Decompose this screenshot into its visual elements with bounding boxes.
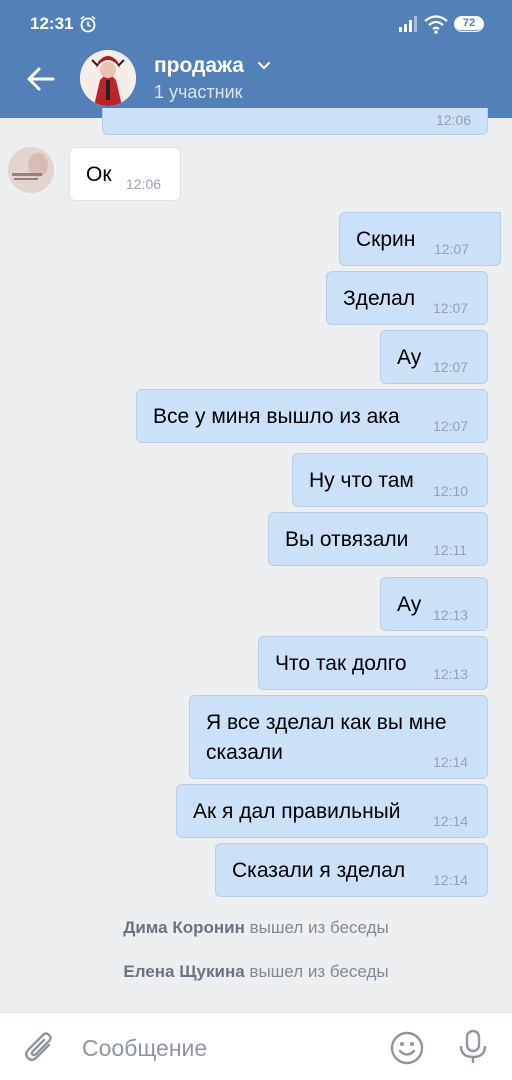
battery-level: 72	[455, 17, 483, 30]
message-bubble-outgoing[interactable]: Ну что там 12:10	[292, 453, 488, 507]
message-bubble-outgoing[interactable]: Ак я дал правильный 12:14	[176, 784, 488, 838]
chat-header: 12:31 72 продажа 1 участник	[0, 0, 512, 118]
message-time: 12:14	[433, 813, 469, 829]
sender-avatar[interactable]	[8, 147, 54, 193]
wifi-icon	[424, 15, 448, 34]
message-text: Ну что там	[309, 469, 414, 492]
message-text: Все у миня вышло из ака	[153, 405, 400, 428]
paperclip-icon[interactable]	[24, 1031, 56, 1065]
message-bubble-outgoing[interactable]: Скрин 12:07	[339, 212, 501, 266]
message-time: 12:13	[433, 666, 469, 682]
message-bubble-outgoing[interactable]: Что так долго 12:13	[258, 636, 488, 690]
message-time: 12:14	[433, 872, 469, 888]
message-bubble-outgoing[interactable]: Ау 12:13	[380, 577, 488, 631]
system-notice-action: вышел из беседы	[249, 962, 389, 981]
message-time: 12:06	[126, 176, 162, 192]
message-time: 12:10	[433, 483, 469, 499]
message-text: Ок	[86, 163, 112, 186]
signal-icon	[399, 16, 417, 32]
status-time: 12:31	[30, 14, 74, 33]
message-time: 12:06	[435, 112, 471, 128]
message-bubble-outgoing[interactable]: Сказали я зделал 12:14	[215, 843, 488, 897]
system-notice-name[interactable]: Елена Щукина	[123, 962, 244, 981]
message-text-line: Я все зделал как вы мне	[206, 711, 447, 734]
chat-members-count: 1 участник	[154, 82, 243, 102]
chat-title[interactable]: продажа	[154, 54, 244, 78]
alarm-icon	[80, 15, 96, 33]
message-input[interactable]: Сообщение	[82, 1035, 207, 1062]
chat-avatar[interactable]	[80, 50, 136, 106]
message-bubble-incoming[interactable]: Ок 12:06	[69, 147, 181, 201]
back-arrow-icon[interactable]	[24, 62, 58, 96]
message-text-line: сказали	[206, 741, 283, 764]
system-notice: Елена Щукина вышел из беседы	[0, 962, 512, 982]
message-bubble-outgoing[interactable]: Все у миня вышло из ака 12:07	[136, 389, 488, 443]
message-text: Ау	[397, 346, 422, 369]
message-time: 12:13	[433, 607, 469, 623]
system-notice-name[interactable]: Дима Коронин	[123, 918, 245, 937]
message-bubble-outgoing[interactable]: Я все зделал как вы мне сказали 12:14	[189, 695, 488, 779]
message-text: Ау	[397, 593, 422, 616]
message-composer: Сообщение	[0, 1012, 512, 1080]
message-time: 12:07	[433, 418, 469, 434]
message-text: Ак я дал правильный	[193, 800, 401, 823]
emoji-icon[interactable]	[390, 1031, 424, 1065]
chevron-down-icon[interactable]	[256, 60, 272, 72]
message-bubble-outgoing[interactable]: 12:06	[102, 108, 488, 135]
microphone-icon[interactable]	[458, 1029, 488, 1065]
message-text: Сказали я зделал	[232, 859, 406, 882]
message-text: Вы отвязали	[285, 528, 409, 551]
message-bubble-outgoing[interactable]: Вы отвязали 12:11	[268, 512, 488, 566]
message-bubble-outgoing[interactable]: Ау 12:07	[380, 330, 488, 384]
message-time: 12:07	[433, 359, 469, 375]
message-time: 12:07	[433, 300, 469, 316]
message-bubble-outgoing[interactable]: Зделал 12:07	[326, 271, 488, 325]
message-time: 12:14	[433, 754, 469, 770]
system-notice: Дима Коронин вышел из беседы	[0, 918, 512, 938]
message-time: 12:07	[434, 241, 470, 257]
status-bar: 12:31 72	[0, 0, 512, 50]
message-text: Зделал	[343, 287, 416, 310]
system-notice-action: вышел из беседы	[249, 918, 389, 937]
message-text: Скрин	[356, 228, 416, 251]
message-text: Что так долго	[275, 652, 407, 675]
battery-icon: 72	[454, 16, 484, 32]
message-time: 12:11	[433, 542, 467, 558]
